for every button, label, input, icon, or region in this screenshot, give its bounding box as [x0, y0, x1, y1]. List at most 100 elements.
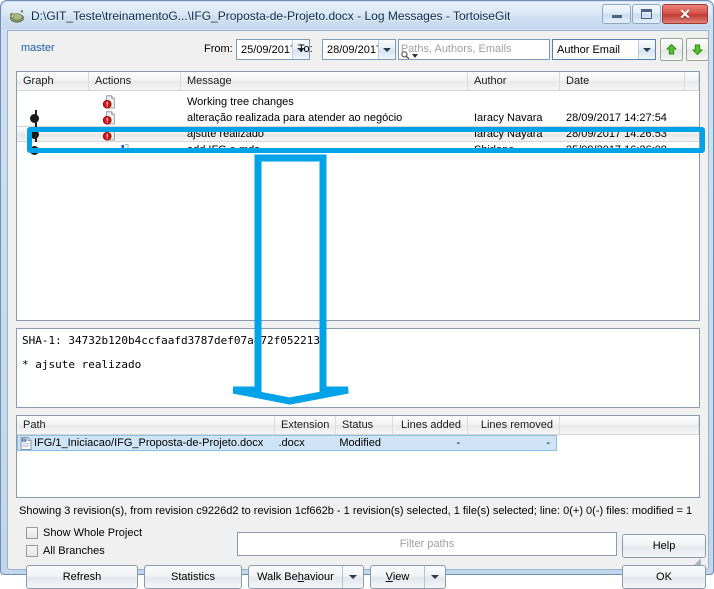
modified-icon [103, 127, 117, 141]
to-label: To: [298, 43, 313, 55]
file-header: Path Extension Status Lines added Lines … [17, 416, 699, 435]
view-dropdown[interactable] [425, 575, 445, 579]
column-header-lines-removed[interactable]: Lines removed [468, 416, 560, 434]
actions-cell [89, 110, 181, 126]
close-button[interactable]: ✕ [662, 4, 708, 24]
title-bar[interactable]: D:\GIT_Teste\treinamentoG...\IFG_Propost… [2, 2, 712, 29]
svg-text:W: W [23, 438, 26, 442]
resize-grip-icon[interactable]: ◢ [694, 556, 706, 568]
file-lines-removed-cell: - [466, 436, 556, 450]
column-header-graph[interactable]: Graph [17, 72, 89, 90]
arrow-up-icon [665, 43, 678, 56]
file-status-cell: Modified [334, 436, 391, 450]
actions-cell [89, 94, 181, 110]
date-cell: 28/09/2017 14:26:53 [560, 126, 685, 142]
actions-cell [89, 126, 181, 142]
chevron-down-icon [431, 575, 439, 579]
arrow-down-icon [691, 43, 704, 56]
modified-icon [103, 111, 117, 125]
walk-behaviour-button[interactable]: Walk Behaviour [248, 565, 364, 589]
minimize-button[interactable] [602, 4, 631, 24]
prev-match-button[interactable] [660, 38, 683, 61]
view-label: View [371, 571, 424, 583]
column-header-message[interactable]: Message [181, 72, 468, 90]
author-cell: Iaracy Navara [468, 110, 560, 126]
all-branches-label: All Branches [43, 545, 105, 557]
column-header-extension[interactable]: Extension [275, 416, 336, 434]
branch-label[interactable]: master [21, 42, 55, 54]
table-row[interactable]: ajsute realizado Iaracy Nayara 28/09/201… [17, 126, 699, 142]
commit-sha-line: SHA-1: 34732b120b4ccfaafd3787def07a472f0… [22, 333, 695, 348]
filter-mode-select[interactable]: Author Email [552, 39, 656, 60]
log-list[interactable]: Graph Actions Message Author Date [16, 71, 700, 321]
show-whole-project-label: Show Whole Project [43, 527, 142, 539]
search-icon [401, 51, 410, 60]
message-cell: add IFG e mds [181, 142, 468, 158]
file-path-text: IFG/1_Iniciacao/IFG_Proposta-de-Projeto.… [34, 436, 263, 450]
chevron-down-icon [383, 48, 391, 52]
changed-files-list[interactable]: Path Extension Status Lines added Lines … [16, 415, 700, 498]
file-extension-cell: .docx [274, 436, 335, 450]
column-header-status[interactable]: Status [336, 416, 393, 434]
date-cell: 25/09/2017 16:26:08 [560, 142, 685, 158]
column-header-author[interactable]: Author [468, 72, 560, 90]
checkbox-box[interactable] [26, 527, 38, 539]
graph-commit-dot [30, 114, 39, 123]
author-cell [468, 94, 560, 110]
filter-paths-input[interactable]: Filter paths [237, 532, 617, 556]
log-header: Graph Actions Message Author Date [17, 72, 699, 91]
next-match-button[interactable] [686, 38, 709, 61]
to-date-picker[interactable]: 28/09/2017 [322, 39, 396, 60]
help-button[interactable]: Help [622, 534, 706, 558]
table-row[interactable]: Working tree changes [17, 94, 699, 110]
window-title: D:\GIT_Teste\treinamentoG...\IFG_Propost… [31, 9, 510, 23]
column-header-date[interactable]: Date [560, 72, 685, 90]
refresh-button[interactable]: Refresh [26, 565, 138, 589]
author-cell: Iaracy Nayara [468, 126, 560, 142]
tortoisegit-log-window: D:\GIT_Teste\treinamentoG...\IFG_Propost… [0, 0, 714, 575]
to-date-value: 28/09/2017 [323, 44, 382, 56]
walk-behaviour-dropdown[interactable] [343, 575, 363, 579]
graph-cell [17, 126, 89, 142]
table-row[interactable]: alteração realizada para atender ao negó… [17, 110, 699, 126]
search-options[interactable] [401, 51, 418, 60]
actions-cell [89, 142, 181, 158]
column-header-filler [685, 72, 699, 90]
date-cell [560, 94, 685, 110]
checkbox-box[interactable] [26, 545, 38, 557]
window-buttons: ✕ [602, 4, 708, 24]
statistics-button[interactable]: Statistics [144, 565, 242, 589]
maximize-button[interactable] [632, 4, 661, 24]
chevron-down-icon [412, 54, 418, 58]
list-item[interactable]: W IFG/1_Iniciacao/IFG_Proposta-de-Projet… [17, 435, 557, 451]
added-icon [117, 144, 130, 156]
client-area: master From: 25/09/2017 To: 28/09/2017 g… [7, 30, 709, 570]
column-header-lines-added[interactable]: Lines added [393, 416, 468, 434]
to-date-dropdown[interactable] [378, 40, 395, 59]
all-branches-checkbox[interactable]: All Branches [26, 545, 105, 557]
status-text: Showing 3 revision(s), from revision c92… [19, 505, 701, 517]
from-date-value: 25/09/2017 [237, 44, 296, 56]
file-lines-added-cell: - [391, 436, 466, 450]
filter-mode-value: Author Email [553, 44, 620, 56]
filter-paths-placeholder: Filter paths [400, 538, 454, 550]
filter-mode-dropdown[interactable] [638, 40, 655, 59]
commit-detail-pane[interactable]: SHA-1: 34732b120b4ccfaafd3787def07a472f0… [16, 328, 700, 408]
column-header-actions[interactable]: Actions [89, 72, 181, 90]
author-cell: Shirlane [468, 142, 560, 158]
from-label: From: [204, 43, 233, 55]
minimize-icon [612, 15, 622, 18]
table-row[interactable]: add IFG e mds Shirlane 25/09/2017 16:26:… [17, 142, 699, 158]
show-whole-project-checkbox[interactable]: Show Whole Project [26, 527, 142, 539]
column-header-path[interactable]: Path [17, 416, 275, 434]
message-cell: alteração realizada para atender ao negó… [181, 110, 468, 126]
search-input[interactable]: ges, Paths, Authors, Emails [398, 39, 550, 60]
chevron-down-icon [349, 575, 357, 579]
graph-commit-dot [30, 146, 39, 155]
filter-toolbar: master From: 25/09/2017 To: 28/09/2017 g… [8, 31, 708, 67]
message-cell: ajsute realizado [181, 126, 468, 142]
ok-button[interactable]: OK [622, 565, 706, 589]
column-header-filler [560, 416, 699, 434]
graph-cell [17, 94, 89, 110]
view-button[interactable]: View [370, 565, 446, 589]
